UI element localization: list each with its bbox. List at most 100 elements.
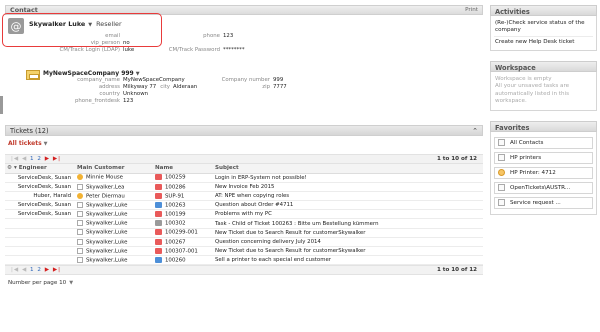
ticket-icon [155,192,162,199]
table-row[interactable]: ServiceDesk, Susan Skywalker,Luke 100199 Pr… [5,209,483,220]
pager-pages-bottom[interactable]: 1 2 [30,267,42,273]
workspace-title: Workspace [490,61,597,72]
per-page-value[interactable]: 10 [59,280,66,286]
cell-customer[interactable]: Skywalker,Luke [75,246,153,257]
cell-customer[interactable]: Skywalker,Luke [75,218,153,229]
ticket-icon [155,201,162,208]
cell-customer[interactable]: Peter Diermau [75,191,153,202]
chevron-down-icon[interactable]: ▼ [88,22,92,28]
pager-nav-bottom[interactable]: |◀ ◀ 1 2 ▶ ▶| [11,267,61,273]
cell-name[interactable]: 100260 [153,255,213,266]
favorite-hp-printer-4712[interactable]: HP Printer: 4712 [494,166,593,179]
cell-subject[interactable]: New Ticket due to Search Result for cust… [213,228,483,238]
cell-subject[interactable]: Question about Order #4711 [213,200,483,211]
column-main-customer[interactable]: Main Customer [75,164,153,174]
ticket-number: 100302 [165,220,186,227]
contact-name[interactable]: Skywalker Luke ▼ Reseller [29,20,122,28]
cell-name[interactable]: SUP-91 [153,191,213,202]
cell-name[interactable]: 100307-001 [153,246,213,257]
per-page-control[interactable]: Number per page 10 ▼ [5,275,483,291]
column-engineer[interactable]: ⚙ ▾ Engineer [5,164,75,174]
gear-icon[interactable]: ⚙ ▾ [7,165,17,171]
login-value: luke [123,47,135,53]
table-row[interactable]: Skywalker,Luke 100299-001 New Ticket due t… [5,228,483,238]
table-row[interactable]: ServiceDesk, Susan Skywalker,Lea 100286 New… [5,182,483,192]
table-row[interactable]: Skywalker,Luke 100267 Question concerning … [5,237,483,248]
cell-name[interactable]: 100263 [153,200,213,211]
table-row[interactable]: ServiceDesk, Susan Skywalker,Luke 100263 Qu… [5,200,483,211]
favorite-service-request[interactable]: Service request ... [494,196,593,209]
favorite-open-tickets[interactable]: OpenTickets\AUSTR... [494,181,593,194]
chevron-down-icon[interactable]: ▼ [44,141,48,147]
cell-subject[interactable]: Problems with my PC [213,209,483,220]
cell-engineer: ServiceDesk, Susan [5,200,75,211]
cell-subject[interactable]: Task - Child of Ticket 100263 : Bitte um… [213,218,483,229]
ticket-number: 100199 [165,211,186,218]
cell-name[interactable]: 100299-001 [153,228,213,238]
list-icon [498,139,505,147]
country-label: country [99,91,120,97]
left-collapse-handle[interactable] [0,96,3,114]
table-row[interactable]: Skywalker,Luke 100260 Sell a printer to ea… [5,255,483,266]
cell-customer[interactable]: Skywalker,Luke [75,255,153,266]
activity-create-ticket[interactable]: Create new Help Desk ticket [494,37,593,48]
customer-name: Skywalker,Luke [86,220,128,227]
ticket-icon [155,229,162,236]
cell-customer[interactable]: Skywalker,Luke [75,228,153,238]
chevron-down-icon[interactable]: ▼ [69,280,73,286]
company-title[interactable]: MyNewSpaceCompany 999 ▼ [43,70,140,77]
table-row[interactable]: Skywalker,Luke 100302 Task - Child of Tick… [5,218,483,229]
customer-name: Skywalker,Lea [86,184,125,191]
cell-customer[interactable]: Skywalker,Luke [75,237,153,248]
column-name[interactable]: Name [153,164,213,174]
table-row[interactable]: Skywalker,Luke 100307-001 New Ticket due t… [5,246,483,257]
cell-engineer: ServiceDesk, Susan [5,182,75,192]
cell-engineer [5,255,75,266]
ticket-icon [155,257,162,264]
sidebar: Activities (Re-)Check service status of … [490,5,597,223]
table-row[interactable]: Huber, Harald Peter Diermau SUP-91 AT: NPE … [5,191,483,202]
contact-name-text: Skywalker Luke [29,20,86,28]
activities-title: Activities [490,5,597,16]
cell-subject[interactable]: New Ticket due to Search Result for cust… [213,246,483,257]
ticket-number: 100263 [165,202,186,209]
cell-customer[interactable]: Minnie Mouse [75,173,153,183]
pager-count: 1 to 10 of 12 [436,156,477,162]
ticket-number: 100286 [165,184,186,191]
cell-subject[interactable]: Login in ERP-System not possible! [213,173,483,183]
vip-value: no [123,40,130,46]
phone-label: phone [203,33,220,39]
pager-pages[interactable]: 1 2 [30,156,42,162]
cell-customer[interactable]: Skywalker,Lea [75,182,153,192]
phone-value: 123 [223,33,234,39]
zip-value: 7777 [273,84,287,90]
city-value: Alderaan [173,84,198,90]
workspace-panel: Workspace Workspace is empty All your un… [490,61,597,111]
cell-name[interactable]: 100259 [153,173,213,183]
favorite-hp-printers[interactable]: HP printers [494,151,593,164]
collapse-icon[interactable]: ⌃ [472,127,478,135]
tickets-table: ⚙ ▾ Engineer Main Customer Name Subject … [5,164,483,266]
cell-customer[interactable]: Skywalker,Luke [75,200,153,211]
cell-name[interactable]: 100199 [153,209,213,220]
company-title-text: MyNewSpaceCompany 999 [43,70,134,77]
cell-name[interactable]: 100286 [153,182,213,192]
cell-name[interactable]: 100302 [153,218,213,229]
table-row[interactable]: ServiceDesk, Susan Minnie Mouse 100259 Logi… [5,173,483,183]
pager-nav[interactable]: |◀ ◀ 1 2 ▶ ▶| [11,156,61,162]
activity-check-service[interactable]: (Re-)Check service status of the company [494,18,593,37]
pager-count-bottom: 1 to 10 of 12 [436,267,477,274]
cell-subject[interactable]: Sell a printer to each special end custo… [213,255,483,266]
cell-subject[interactable]: Question concerning delivery July 2014 [213,237,483,248]
cell-name[interactable]: 100267 [153,237,213,248]
cell-subject[interactable]: New Invoice Feb 2015 [213,182,483,192]
ticket-icon [155,238,162,245]
cell-customer[interactable]: Skywalker,Luke [75,209,153,220]
customer-name: Skywalker,Luke [86,248,128,255]
cell-subject[interactable]: AT: NPE when copying roles [213,191,483,202]
ticket-filter[interactable]: All tickets ▼ [5,136,483,151]
column-subject[interactable]: Subject [213,164,483,174]
favorite-all-contacts[interactable]: All Contacts [494,136,593,149]
company-icon [26,70,40,80]
print-link[interactable]: Print [465,7,478,13]
